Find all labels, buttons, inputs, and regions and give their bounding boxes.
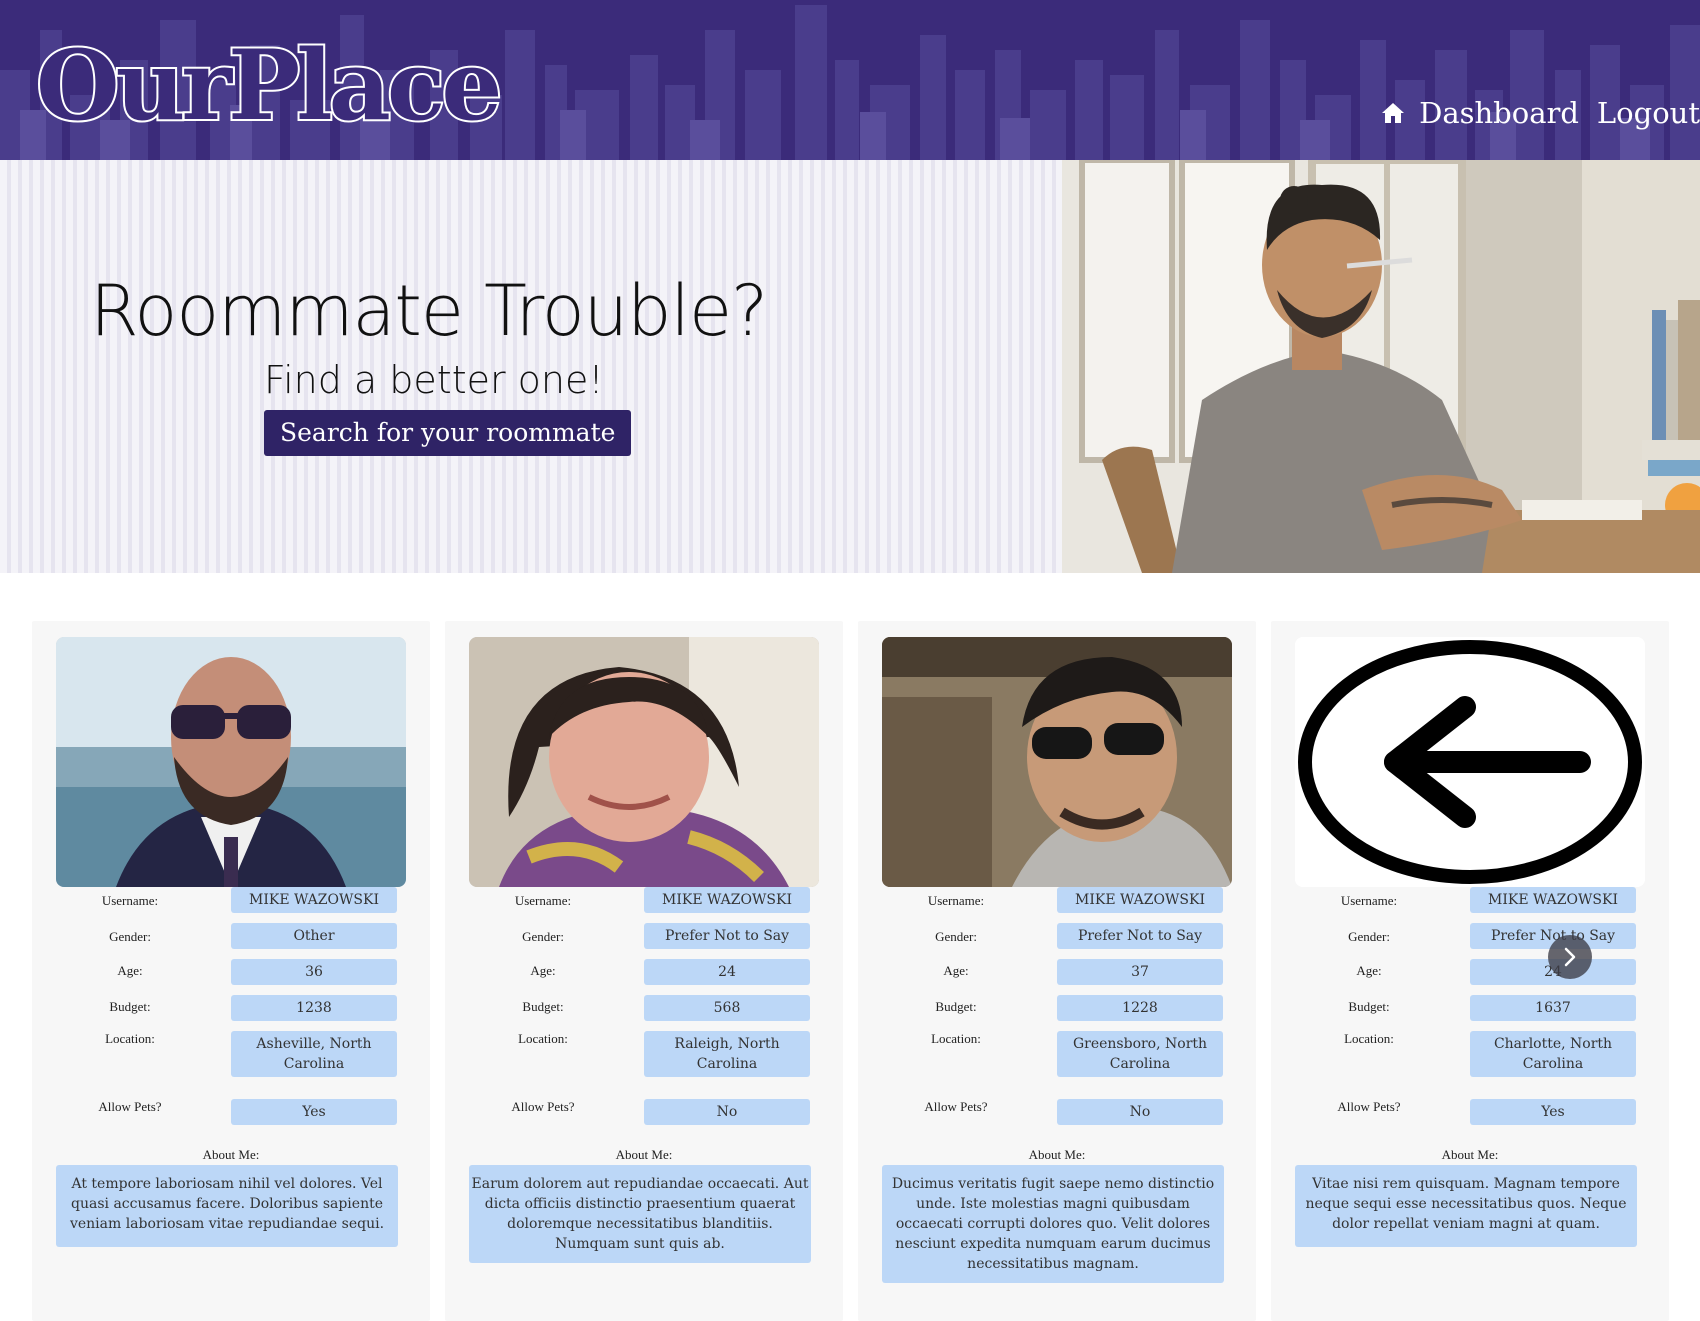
site-logo[interactable]: OurPlace <box>34 36 504 136</box>
about-text: Ducimus veritatis fugit saepe nemo disti… <box>882 1165 1224 1283</box>
budget-label: Budget: <box>522 999 564 1014</box>
location-label: Location: <box>931 1031 981 1046</box>
gender-label: Gender: <box>1348 929 1390 944</box>
hero-subtitle: Find a better one! <box>264 358 604 402</box>
budget-label: Budget: <box>109 999 151 1014</box>
username-value: MIKE WAZOWSKI <box>644 887 810 913</box>
profile-card[interactable]: Username: MIKE WAZOWSKI Gender: Prefer N… <box>858 621 1256 1321</box>
budget-label: Budget: <box>1348 999 1390 1014</box>
username-label: Username: <box>514 893 572 908</box>
gender-label: Gender: <box>935 929 977 944</box>
age-label: Age: <box>530 963 556 978</box>
top-nav: Dashboard Logout <box>1381 96 1700 130</box>
pets-value: Yes <box>231 1099 397 1125</box>
profile-card[interactable]: Username: MIKE WAZOWSKI Gender: Prefer N… <box>445 621 843 1321</box>
profile-photo <box>469 637 819 887</box>
location-value: Asheville, North Carolina <box>231 1031 397 1077</box>
hero-photo-man-at-desk <box>1062 160 1700 573</box>
about-label: About Me: <box>1441 1147 1499 1162</box>
about-label: About Me: <box>615 1147 673 1162</box>
about-text: At tempore laboriosam nihil vel dolores.… <box>56 1165 398 1247</box>
age-label: Age: <box>1356 963 1382 978</box>
profile-photo-man-aviators <box>882 637 1232 887</box>
username-value: MIKE WAZOWSKI <box>1470 887 1636 913</box>
budget-value: 1228 <box>1057 995 1223 1021</box>
arrow-left-circle-icon <box>1295 637 1645 887</box>
age-value: 36 <box>231 959 397 985</box>
dashboard-link[interactable]: Dashboard <box>1419 96 1579 130</box>
site-header: OurPlace Dashboard Logout <box>0 0 1700 160</box>
pets-value: No <box>644 1099 810 1125</box>
budget-value: 1637 <box>1470 995 1636 1021</box>
location-label: Location: <box>105 1031 155 1046</box>
gender-value: Prefer Not to Say <box>644 923 810 949</box>
hero-text-panel: Roommate Trouble? Find a better one! Sea… <box>0 160 1062 573</box>
age-label: Age: <box>943 963 969 978</box>
about-text: Vitae nisi rem quisquam. Magnam tempore … <box>1295 1165 1637 1247</box>
profile-photo <box>882 637 1232 887</box>
location-value: Charlotte, North Carolina <box>1470 1031 1636 1077</box>
location-value: Greensboro, North Carolina <box>1057 1031 1223 1077</box>
profile-photo-man-sunglasses <box>56 637 406 887</box>
hero-title: Roommate Trouble? <box>90 270 768 352</box>
chevron-right-icon <box>1564 947 1576 967</box>
carousel-next-button[interactable] <box>1548 935 1592 979</box>
gender-value: Other <box>231 923 397 949</box>
pets-label: Allow Pets? <box>1337 1099 1401 1114</box>
profile-card[interactable]: Username: MIKE WAZOWSKI Gender: Prefer N… <box>1271 621 1669 1321</box>
budget-value: 1238 <box>231 995 397 1021</box>
username-value: MIKE WAZOWSKI <box>1057 887 1223 913</box>
about-label: About Me: <box>1028 1147 1086 1162</box>
profile-photo <box>1295 637 1645 887</box>
profile-photo <box>56 637 406 887</box>
username-label: Username: <box>1340 893 1398 908</box>
budget-label: Budget: <box>935 999 977 1014</box>
profile-photo-woman <box>469 637 819 887</box>
location-label: Location: <box>1344 1031 1394 1046</box>
pets-label: Allow Pets? <box>511 1099 575 1114</box>
hero-photo-illustration <box>1062 160 1700 573</box>
about-label: About Me: <box>202 1147 260 1162</box>
search-roommate-button[interactable]: Search for your roommate <box>264 410 632 456</box>
about-text: Earum dolorem aut repudiandae occaecati.… <box>469 1165 811 1263</box>
age-label: Age: <box>117 963 143 978</box>
age-value: 24 <box>644 959 810 985</box>
pets-label: Allow Pets? <box>924 1099 988 1114</box>
pets-value: No <box>1057 1099 1223 1125</box>
location-label: Location: <box>518 1031 568 1046</box>
username-label: Username: <box>101 893 159 908</box>
hero-banner: Roommate Trouble? Find a better one! Sea… <box>0 160 1700 573</box>
username-value: MIKE WAZOWSKI <box>231 887 397 913</box>
budget-value: 568 <box>644 995 810 1021</box>
pets-value: Yes <box>1470 1099 1636 1125</box>
pets-label: Allow Pets? <box>98 1099 162 1114</box>
gender-label: Gender: <box>109 929 151 944</box>
gender-label: Gender: <box>522 929 564 944</box>
age-value: 37 <box>1057 959 1223 985</box>
roommate-cards: Username: MIKE WAZOWSKI Gender: Other Ag… <box>32 621 1700 1321</box>
home-icon[interactable] <box>1381 101 1405 125</box>
location-value: Raleigh, North Carolina <box>644 1031 810 1077</box>
logout-link[interactable]: Logout <box>1597 96 1700 130</box>
username-label: Username: <box>927 893 985 908</box>
profile-card[interactable]: Username: MIKE WAZOWSKI Gender: Other Ag… <box>32 621 430 1321</box>
gender-value: Prefer Not to Say <box>1057 923 1223 949</box>
